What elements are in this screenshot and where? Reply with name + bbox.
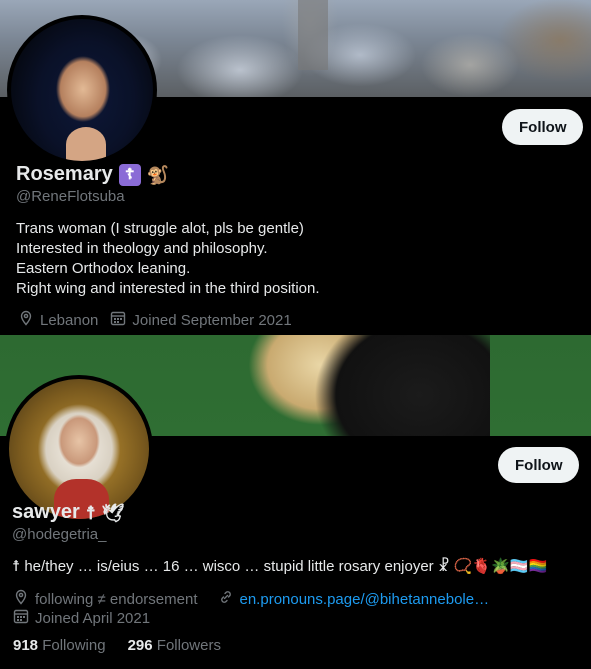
link-icon	[218, 589, 234, 609]
followers-count: 296	[127, 637, 153, 654]
profile-meta: following ≠ endorsement en.pronouns.page…	[13, 589, 489, 609]
bio-line: Right wing and interested in the third p…	[16, 280, 320, 297]
profile-meta: Lebanon Joined September 2021	[18, 310, 292, 330]
orthodox-cross-icon: ☦	[118, 163, 141, 186]
followers-link[interactable]: 296 Followers	[128, 637, 221, 654]
dove-icon: 🕊	[101, 502, 125, 523]
follow-stats: 918 Following 296 Followers	[13, 637, 221, 654]
avatar[interactable]	[7, 15, 157, 165]
calendar-icon	[110, 310, 126, 330]
handle: @hodegetria_	[12, 526, 107, 543]
cross-icon: ☨	[85, 502, 96, 523]
joined-date: Joined April 2021	[35, 609, 151, 627]
following-label: Following	[42, 637, 106, 654]
handle: @ReneFlotsuba	[16, 188, 125, 205]
display-name-text: Rosemary	[16, 163, 113, 185]
bio: Trans woman (I struggle alot, pls be gen…	[16, 219, 576, 299]
location-pin-icon	[13, 589, 29, 609]
avatar-hands	[66, 127, 106, 161]
profile-card-rosemary: Follow Rosemary ☦ 🐒 @ReneFlotsuba Trans …	[0, 0, 591, 335]
bio-line: Trans woman (I struggle alot, pls be gen…	[16, 220, 304, 237]
display-name-text: sawyer	[12, 501, 80, 523]
following-link[interactable]: 918 Following	[13, 637, 106, 654]
location-text: Lebanon	[40, 311, 99, 329]
follow-button[interactable]: Follow	[502, 109, 583, 145]
followers-label: Followers	[156, 637, 221, 654]
bio-line: Eastern Orthodox leaning.	[16, 260, 191, 277]
display-name[interactable]: sawyer ☨ 🕊	[12, 501, 125, 524]
calendar-icon	[13, 608, 29, 628]
location-pin-icon	[18, 310, 34, 330]
joined-date: Joined September 2021	[132, 311, 292, 329]
monkey-icon: 🐒	[146, 164, 170, 185]
website-link[interactable]: en.pronouns.page/@bihetannebole…	[240, 591, 490, 608]
display-name[interactable]: Rosemary ☦ 🐒	[16, 163, 169, 186]
bio-line: Interested in theology and philosophy.	[16, 240, 268, 257]
following-count: 918	[13, 637, 39, 654]
location-text: following ≠ endorsement	[35, 590, 198, 608]
banner-tower	[298, 0, 328, 70]
joined-row: Joined April 2021	[13, 608, 150, 628]
bio: ☨ he/they … is/eius … 16 … wisco … stupi…	[12, 558, 548, 575]
follow-button[interactable]: Follow	[498, 447, 579, 483]
banner-jacket	[250, 335, 490, 436]
